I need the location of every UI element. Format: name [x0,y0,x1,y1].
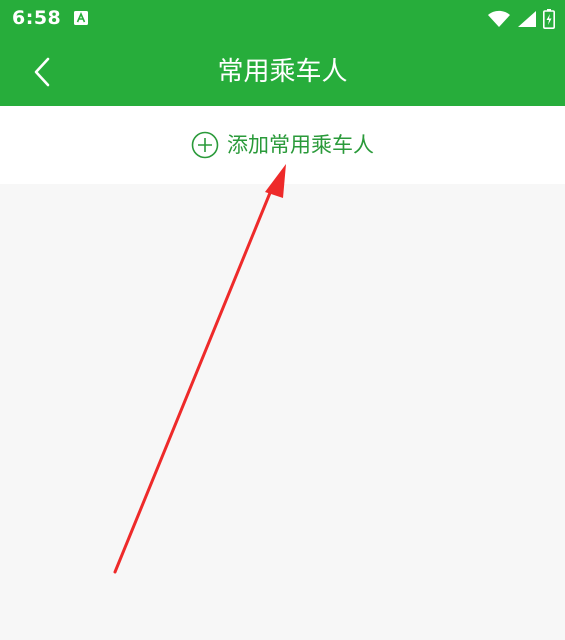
status-bar: 6:58 [0,0,565,38]
add-passenger-label: 添加常用乘车人 [227,133,374,157]
add-passenger-content: 添加常用乘车人 [191,131,374,159]
page-title: 常用乘车人 [217,57,348,87]
signal-icon [518,11,536,27]
status-time: 6:58 [12,7,62,29]
status-icons [487,8,555,30]
battery-charging-icon [543,9,555,29]
wifi-icon [488,10,510,27]
text-a-icon [74,11,88,25]
header-bar: 常用乘车人 [0,38,565,106]
plus-circle-icon [191,131,219,159]
add-passenger-button[interactable]: 添加常用乘车人 [0,106,565,184]
